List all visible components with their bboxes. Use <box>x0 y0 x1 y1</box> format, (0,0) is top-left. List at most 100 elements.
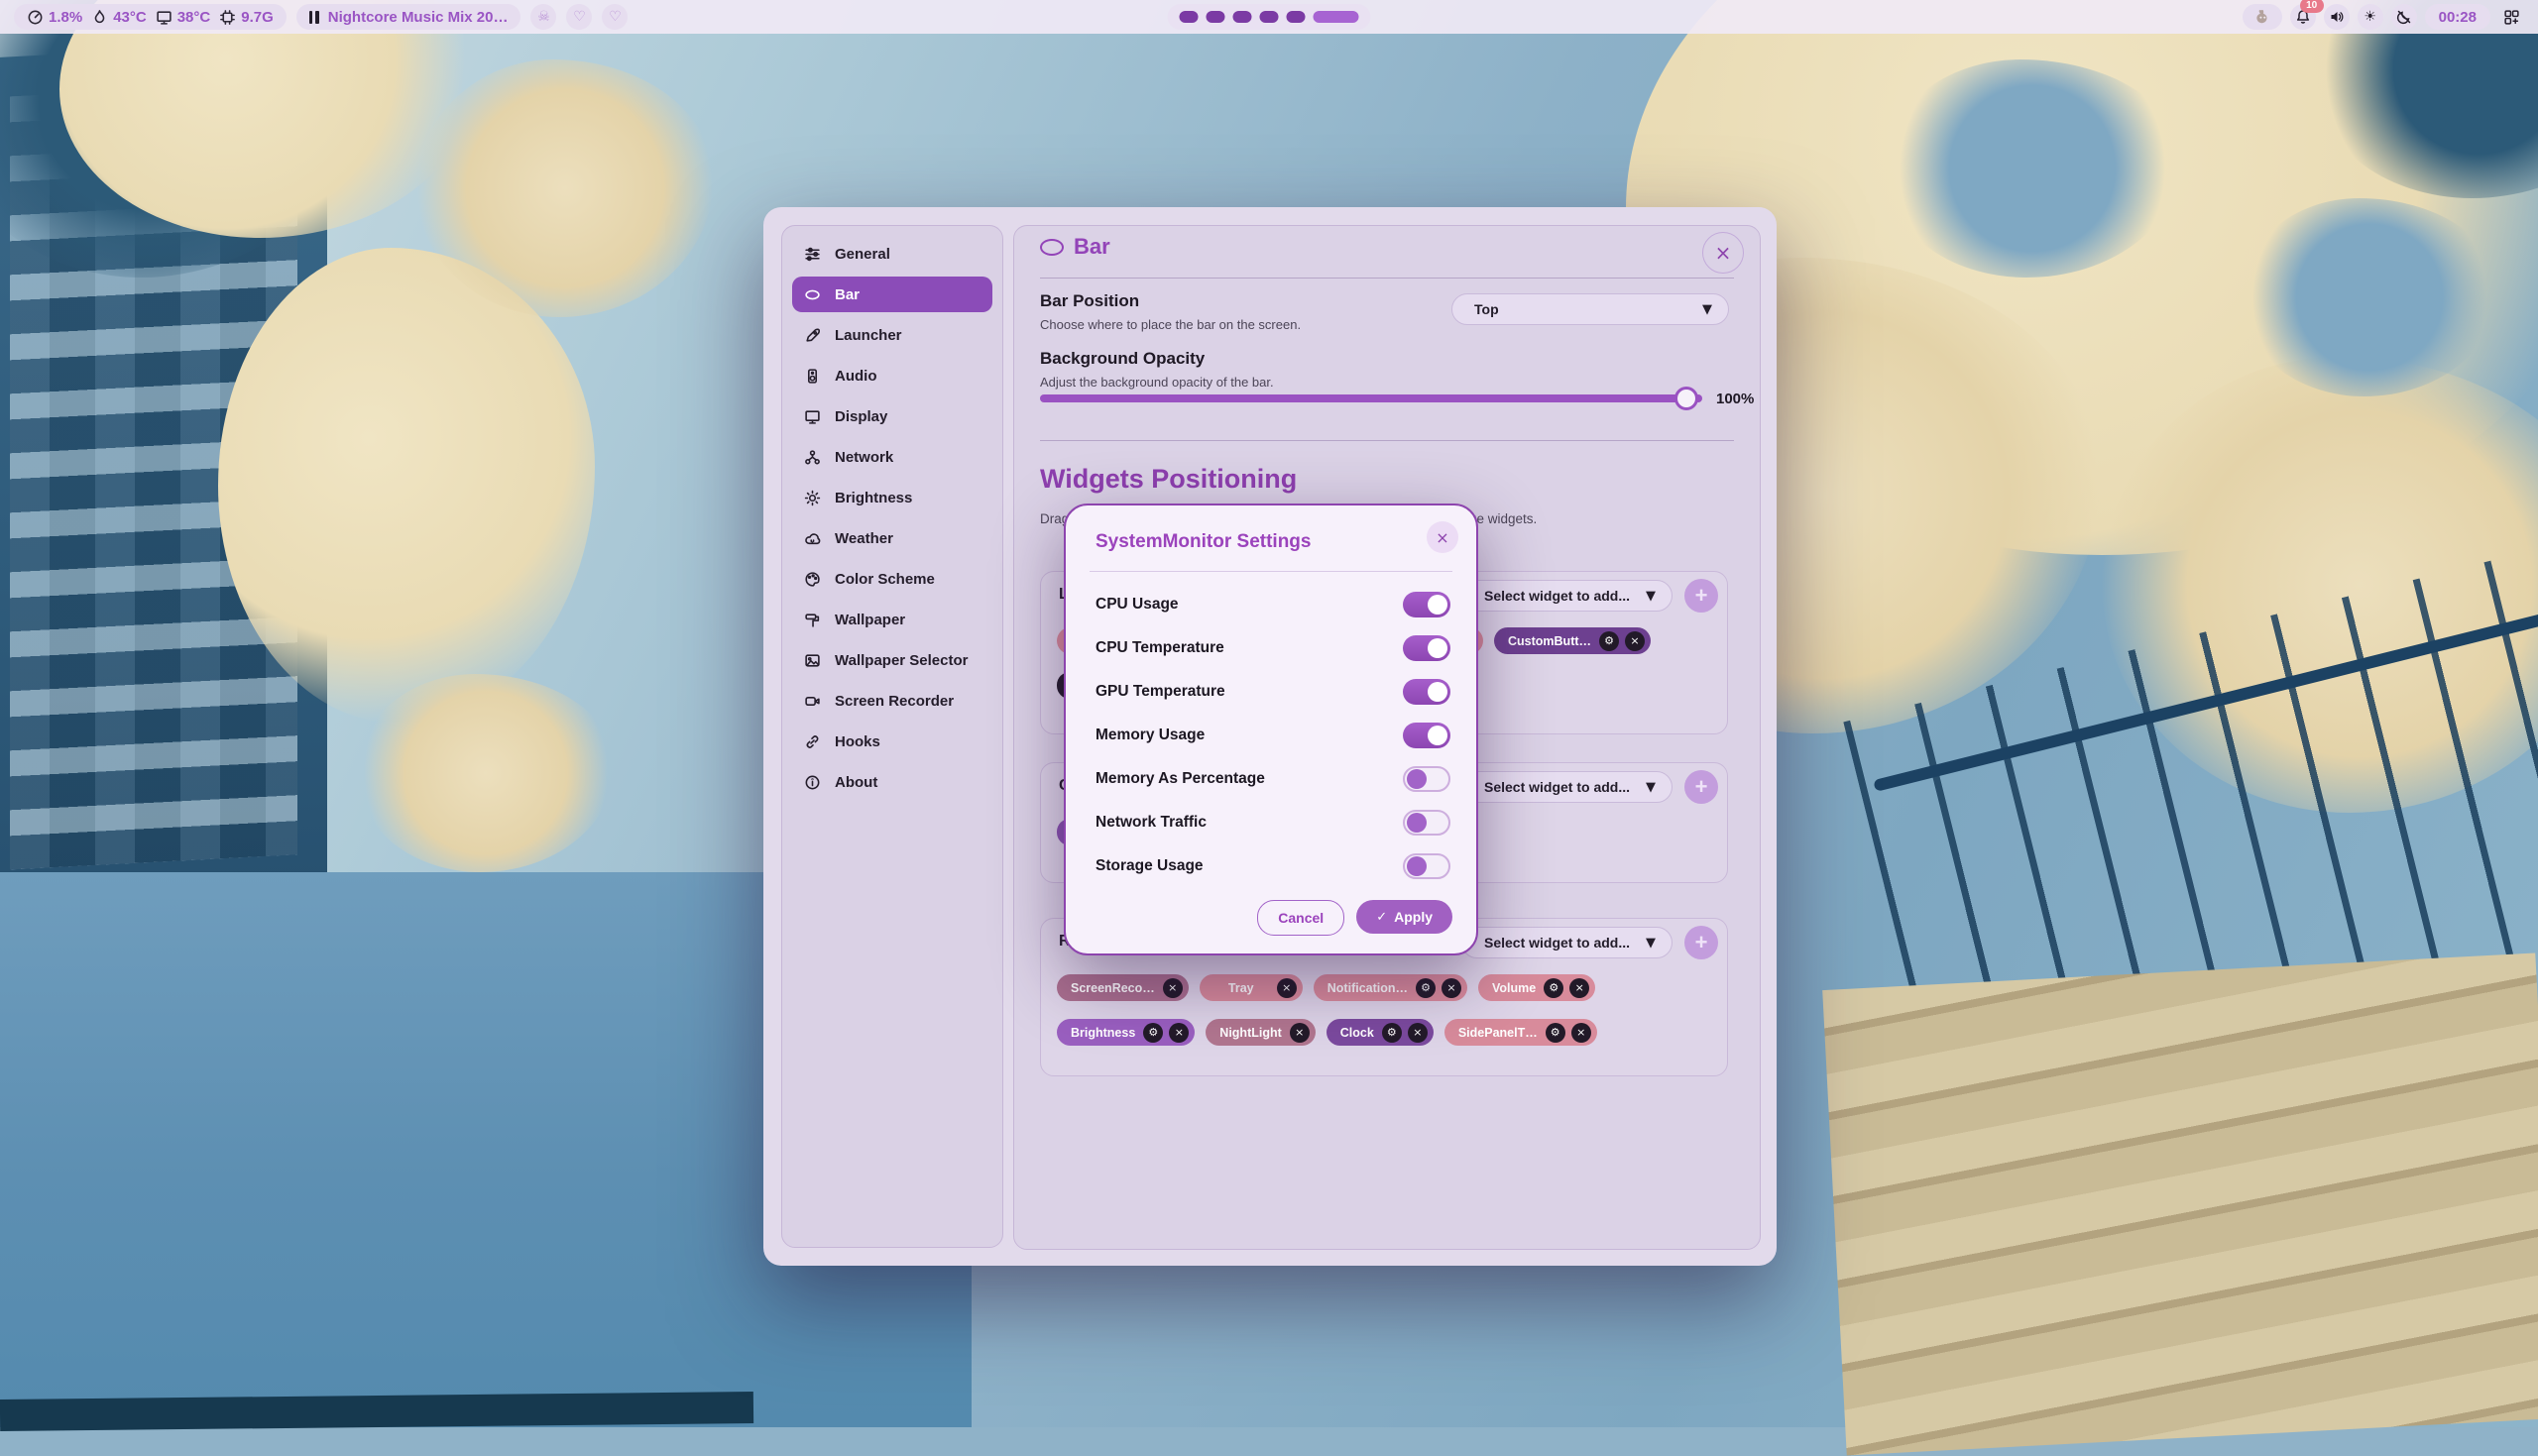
cancel-button[interactable]: Cancel <box>1257 900 1344 936</box>
add-widget-dropdown[interactable]: Select widget to add...▼ <box>1461 771 1673 803</box>
sidebar-item-weather[interactable]: Weather <box>792 520 992 556</box>
sidebar-item-screen-recorder[interactable]: Screen Recorder <box>792 683 992 719</box>
palette-icon <box>804 571 821 588</box>
dashboard-button[interactable] <box>2498 4 2524 30</box>
sidebar-item-network[interactable]: Network <box>792 439 992 475</box>
widget-chip-brightness[interactable]: Brightness⚙× <box>1057 1019 1195 1046</box>
widget-remove-button[interactable]: × <box>1277 978 1297 998</box>
add-widget-dropdown-value: Select widget to add... <box>1484 935 1630 951</box>
workspace-dot-5[interactable] <box>1287 11 1306 23</box>
widget-settings-button[interactable]: ⚙ <box>1382 1023 1402 1043</box>
media-player-pill[interactable]: Nightcore Music Mix 20… <box>296 4 521 30</box>
widget-chip-tray[interactable]: Tray× <box>1200 974 1303 1001</box>
heart-button[interactable]: ♡ <box>566 4 592 30</box>
sidebar-item-display[interactable]: Display <box>792 398 992 434</box>
toggle-knob <box>1428 638 1447 658</box>
bar-position-dropdown[interactable]: Top ▼ <box>1451 293 1729 325</box>
sidebar-item-wallpaper-selector[interactable]: Wallpaper Selector <box>792 642 992 678</box>
gear-icon: ⚙ <box>1551 1026 1560 1039</box>
night-light-button[interactable] <box>2391 4 2417 30</box>
workspace-dot-3[interactable] <box>1233 11 1252 23</box>
widget-chip-screenreco[interactable]: ScreenReco…× <box>1057 974 1189 1001</box>
rocket-icon <box>804 327 821 344</box>
toggle-switch[interactable] <box>1403 679 1450 705</box>
widget-chip-custombutt[interactable]: CustomButt… ⚙ × <box>1494 627 1651 654</box>
close-settings-button[interactable]: × <box>1702 232 1744 274</box>
widget-settings-button[interactable]: ⚙ <box>1544 978 1563 998</box>
widget-settings-button[interactable]: ⚙ <box>1143 1023 1163 1043</box>
sidebar-item-label: Wallpaper <box>835 612 905 628</box>
toggle-switch[interactable] <box>1403 766 1450 792</box>
toggle-switch[interactable] <box>1403 810 1450 836</box>
widget-remove-button[interactable]: × <box>1571 1023 1591 1043</box>
modal-close-button[interactable]: × <box>1427 521 1458 553</box>
sidebar-item-wallpaper[interactable]: Wallpaper <box>792 602 992 637</box>
toggle-switch[interactable] <box>1403 723 1450 748</box>
widget-settings-button[interactable]: ⚙ <box>1416 978 1436 998</box>
widget-remove-button[interactable]: × <box>1442 978 1461 998</box>
close-icon: × <box>1168 981 1177 994</box>
clock[interactable]: 00:28 <box>2425 4 2490 30</box>
widget-settings-button[interactable]: ⚙ <box>1546 1023 1565 1043</box>
modal-title: SystemMonitor Settings <box>1096 531 1311 553</box>
image-icon <box>804 652 821 669</box>
toggle-row-network-traffic: Network Traffic <box>1096 801 1450 844</box>
add-widget-dropdown[interactable]: Select widget to add...▼ <box>1461 580 1673 612</box>
add-widget-button[interactable]: + <box>1684 579 1718 613</box>
system-stats-pill[interactable]: 1.8%43°C38°C9.7G <box>14 4 287 30</box>
widget-chip-sidepanelt[interactable]: SidePanelT…⚙× <box>1444 1019 1597 1046</box>
workspace-dot-4[interactable] <box>1260 11 1279 23</box>
add-widget-button[interactable]: + <box>1684 926 1718 959</box>
toggle-switch[interactable] <box>1403 635 1450 661</box>
sidebar-item-general[interactable]: General <box>792 236 992 272</box>
sidebar-item-color-scheme[interactable]: Color Scheme <box>792 561 992 597</box>
sidebar-item-about[interactable]: About <box>792 764 992 800</box>
widget-settings-button[interactable]: ⚙ <box>1599 631 1619 651</box>
bar-position-description: Choose where to place the bar on the scr… <box>1040 317 1301 332</box>
widget-chip-nightlight[interactable]: NightLight× <box>1206 1019 1315 1046</box>
toggle-row-storage-usage: Storage Usage <box>1096 844 1450 888</box>
speakerbox-icon <box>804 368 821 385</box>
volume-button[interactable] <box>2324 4 2350 30</box>
sidebar-item-bar[interactable]: Bar <box>792 277 992 312</box>
opacity-slider-knob[interactable] <box>1674 387 1698 410</box>
opacity-slider[interactable] <box>1040 394 1702 402</box>
workspaces-indicator[interactable] <box>1168 4 1371 30</box>
brightness-button[interactable]: ☀ <box>2358 4 2383 30</box>
widget-remove-button[interactable]: × <box>1569 978 1589 998</box>
toggle-switch[interactable] <box>1403 853 1450 879</box>
widget-remove-button[interactable]: × <box>1163 978 1183 998</box>
heart-button[interactable]: ♡ <box>602 4 628 30</box>
sidebar-item-audio[interactable]: Audio <box>792 358 992 393</box>
add-widget-button[interactable]: + <box>1684 770 1718 804</box>
widget-remove-button[interactable]: × <box>1625 631 1645 651</box>
sidebar-item-label: Brightness <box>835 490 912 506</box>
workspace-dot-6[interactable] <box>1314 11 1359 23</box>
widget-chip-notification[interactable]: Notification…⚙× <box>1314 974 1467 1001</box>
speaker-icon <box>2329 9 2345 25</box>
sidebar-item-label: Screen Recorder <box>835 693 954 710</box>
workspace-dot-1[interactable] <box>1180 11 1199 23</box>
toggle-switch[interactable] <box>1403 592 1450 617</box>
sidebar-item-label: General <box>835 246 890 263</box>
opacity-value: 100% <box>1716 391 1754 407</box>
widget-chip-label: CustomButt… <box>1506 634 1593 648</box>
gear-icon: ⚙ <box>1387 1026 1397 1039</box>
skull-button[interactable]: ☠ <box>530 4 556 30</box>
sidebar-item-launcher[interactable]: Launcher <box>792 317 992 353</box>
tray-app-button[interactable] <box>2243 4 2282 30</box>
sidebar-item-brightness[interactable]: Brightness <box>792 480 992 515</box>
sidebar-item-hooks[interactable]: Hooks <box>792 724 992 759</box>
workspace-dot-2[interactable] <box>1207 11 1225 23</box>
add-widget-dropdown[interactable]: Select widget to add...▼ <box>1461 927 1673 958</box>
sidebar-item-label: About <box>835 774 877 791</box>
close-icon: × <box>1413 1026 1422 1039</box>
widget-remove-button[interactable]: × <box>1290 1023 1310 1043</box>
gear-icon: ⚙ <box>1421 981 1431 994</box>
apply-button[interactable]: ✓ Apply <box>1356 900 1452 934</box>
sidebar-item-label: Color Scheme <box>835 571 935 588</box>
widget-chip-volume[interactable]: Volume⚙× <box>1478 974 1595 1001</box>
widget-remove-button[interactable]: × <box>1408 1023 1428 1043</box>
widget-chip-clock[interactable]: Clock⚙× <box>1327 1019 1434 1046</box>
widget-remove-button[interactable]: × <box>1169 1023 1189 1043</box>
